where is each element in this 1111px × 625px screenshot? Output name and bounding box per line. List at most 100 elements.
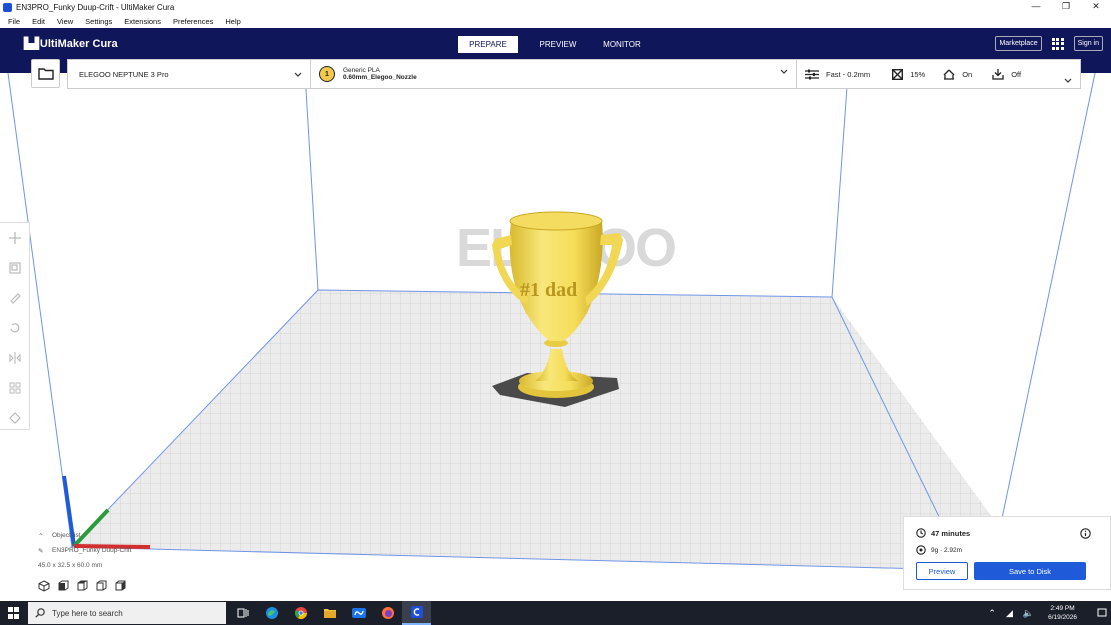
chevron-up-icon[interactable]: ⌃	[988, 608, 996, 619]
windows-taskbar: Type here to search ⌃ ◢ 🔈 2:49 PM 6/19/2…	[0, 601, 1111, 625]
sliders-icon	[805, 69, 819, 80]
marketplace-button[interactable]: Marketplace	[995, 36, 1041, 51]
scale-tool-icon[interactable]	[0, 253, 30, 283]
edge-browser-icon[interactable]	[257, 601, 286, 625]
apps-grid-icon[interactable]	[1052, 38, 1064, 50]
tab-preview[interactable]: PREVIEW	[534, 36, 582, 53]
object-dimensions: 45.0 x 32.5 x 60.0 mm	[38, 562, 102, 569]
sign-in-button[interactable]: Sign in	[1074, 36, 1103, 51]
save-to-disk-button[interactable]: Save to Disk	[974, 562, 1086, 580]
cura-app-icon	[3, 3, 12, 12]
per-model-settings-icon[interactable]	[0, 373, 30, 403]
frame-edge-back-left	[305, 73, 318, 290]
adhesion-icon	[992, 69, 1004, 80]
ultimaker-logo-icon: ▙▟	[24, 37, 37, 50]
material-selector[interactable]: 1 Generic PLA 0.60mm_Elegoo_Nozzle	[311, 60, 797, 88]
taskbar-search-box[interactable]: Type here to search	[28, 602, 226, 624]
profile-setting: Fast - 0.2mm	[805, 69, 870, 80]
stage-tabs: PREPARE PREVIEW MONITOR	[458, 36, 662, 53]
restore-icon[interactable]: ❐	[1051, 0, 1081, 14]
nozzle-name: 0.60mm_Elegoo_Nozzle	[343, 74, 417, 81]
adhesion-value: Off	[1011, 70, 1021, 79]
view-right-icon[interactable]	[114, 579, 133, 593]
print-setup-bar: ELEGOO NEPTUNE 3 Pro 1 Generic PLA 0.60m…	[67, 59, 1081, 89]
search-icon	[35, 608, 45, 618]
material-name: Generic PLA	[343, 67, 417, 74]
spool-icon	[916, 545, 926, 555]
object-name: EN3PRO_Funky Duup-Crift	[52, 547, 131, 554]
view-3d-icon[interactable]	[38, 579, 57, 593]
info-icon[interactable]	[1080, 528, 1091, 539]
object-dimensions-row: 45.0 x 32.5 x 60.0 mm	[38, 558, 131, 573]
chevron-up-icon: ⌃	[38, 532, 52, 540]
brand-name: UltiMaker Cura	[40, 38, 118, 50]
brand: ▙▟ UltiMaker Cura	[24, 37, 118, 50]
view-top-icon[interactable]	[76, 579, 95, 593]
profile-label: Fast - 0.2mm	[826, 70, 870, 79]
print-time-row: 47 minutes	[916, 528, 970, 538]
volume-icon[interactable]: 🔈	[1023, 608, 1034, 619]
adhesion-setting: Off	[992, 69, 1021, 80]
clock-icon	[916, 528, 926, 538]
support-setting: On	[943, 69, 972, 80]
frame-edge-back-right	[832, 73, 848, 297]
menu-file[interactable]: File	[8, 17, 20, 26]
object-name-row[interactable]: ✎ EN3PRO_Funky Duup-Crift	[38, 543, 131, 558]
menu-extensions[interactable]: Extensions	[124, 17, 161, 26]
clock-date: 6/19/2026	[1048, 613, 1077, 622]
notification-icon[interactable]	[1097, 601, 1111, 625]
print-output-panel: 47 minutes 9g · 2.92m Preview Save to Di…	[903, 516, 1111, 590]
minimize-icon[interactable]: —	[1021, 0, 1051, 14]
object-list-toggle[interactable]: ⌃ Object list	[38, 528, 131, 543]
menu-settings[interactable]: Settings	[85, 17, 112, 26]
header-actions: Marketplace Sign in	[995, 36, 1103, 51]
clock[interactable]: 2:49 PM 6/19/2026	[1048, 604, 1077, 622]
window-title: EN3PRO_Funky Duup-Crift - UltiMaker Cura	[16, 3, 174, 12]
tab-prepare[interactable]: PREPARE	[458, 36, 518, 53]
material-usage-row: 9g · 2.92m	[916, 545, 962, 555]
extruder-badge: 1	[319, 66, 335, 82]
cura-window: EN3PRO_Funky Duup-Crift - UltiMaker Cura…	[0, 0, 1111, 625]
undo-rotate-icon[interactable]	[0, 313, 30, 343]
search-placeholder: Type here to search	[52, 609, 123, 618]
system-tray: ⌃ ◢ 🔈 2:49 PM 6/19/2026	[988, 601, 1111, 625]
menu-preferences[interactable]: Preferences	[173, 17, 213, 26]
file-explorer-icon[interactable]	[315, 601, 344, 625]
frame-edge-right	[1000, 73, 1095, 528]
task-view-icon[interactable]	[228, 601, 257, 625]
material-usage: 9g · 2.92m	[931, 547, 962, 554]
chevron-down-icon	[294, 72, 302, 77]
title-bar: EN3PRO_Funky Duup-Crift - UltiMaker Cura…	[0, 0, 1111, 14]
printer-selector[interactable]: ELEGOO NEPTUNE 3 Pro	[68, 60, 311, 88]
move-tool-icon[interactable]	[0, 223, 30, 253]
edit-icon: ✎	[38, 547, 52, 555]
rotate-tool-icon[interactable]	[0, 283, 30, 313]
open-file-button[interactable]	[31, 59, 60, 88]
build-plate	[72, 290, 1000, 570]
firefox-icon[interactable]	[373, 601, 402, 625]
pinned-apps	[228, 601, 431, 625]
mirror-tool-icon[interactable]	[0, 343, 30, 373]
infill-icon	[892, 69, 903, 80]
support-value: On	[962, 70, 972, 79]
meta-app-icon[interactable]	[344, 601, 373, 625]
menu-edit[interactable]: Edit	[32, 17, 45, 26]
camera-view-buttons	[38, 579, 133, 593]
preview-button[interactable]: Preview	[916, 562, 968, 580]
tab-monitor[interactable]: MONITOR	[598, 36, 646, 53]
chevron-down-icon	[780, 69, 788, 74]
material-info: Generic PLA 0.60mm_Elegoo_Nozzle	[343, 67, 417, 81]
menu-view[interactable]: View	[57, 17, 73, 26]
view-left-icon[interactable]	[95, 579, 114, 593]
cura-taskbar-icon[interactable]	[402, 601, 431, 625]
network-icon[interactable]: ◢	[1006, 608, 1013, 619]
support-blocker-icon[interactable]	[0, 403, 30, 433]
trophy-engraving: #1 dad	[520, 279, 577, 301]
menu-help[interactable]: Help	[225, 17, 240, 26]
close-icon[interactable]: ✕	[1081, 0, 1111, 14]
print-settings-selector[interactable]: Fast - 0.2mm 15% On Off	[797, 69, 1080, 80]
windows-start-icon[interactable]	[8, 607, 20, 619]
view-front-icon[interactable]	[57, 579, 76, 593]
chrome-browser-icon[interactable]	[286, 601, 315, 625]
support-icon	[943, 69, 955, 80]
